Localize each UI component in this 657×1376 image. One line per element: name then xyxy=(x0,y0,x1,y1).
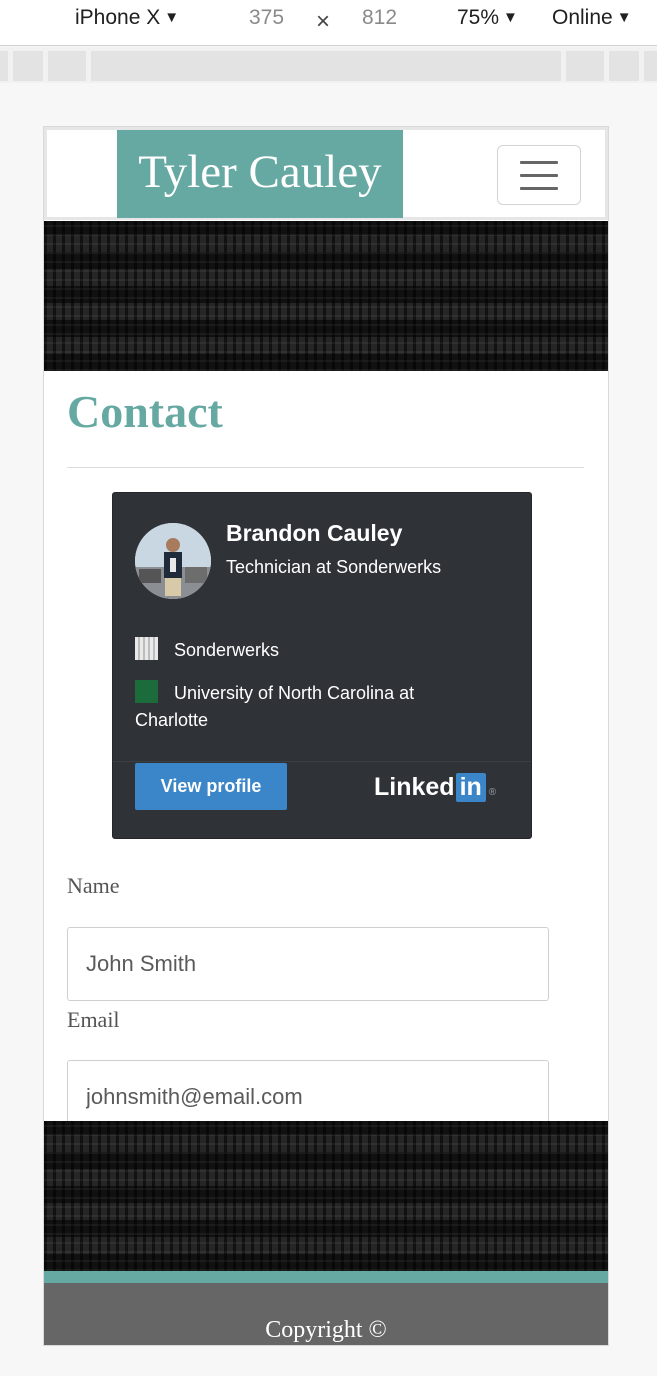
profile-headline: Technician at Sonderwerks xyxy=(226,557,442,577)
viewport-width-input[interactable]: 375 xyxy=(249,6,284,30)
linkedin-logo-text: Linked xyxy=(374,773,455,801)
copyright-text: Copyright © xyxy=(265,1317,387,1343)
registered-mark: ® xyxy=(488,787,497,798)
view-profile-button[interactable]: View profile xyxy=(135,763,287,810)
school-name: University of North Carolina at Charlott… xyxy=(135,683,415,730)
linkedin-logo[interactable]: Linked in ® xyxy=(374,773,496,802)
media-query-segment[interactable] xyxy=(609,51,639,81)
name-label: Name xyxy=(67,873,120,898)
media-query-segment[interactable] xyxy=(0,51,8,81)
media-query-segment[interactable] xyxy=(13,51,43,81)
media-query-segment[interactable] xyxy=(48,51,86,81)
linkedin-in-icon: in xyxy=(455,773,486,802)
linkedin-profile-badge: Brandon Cauley Technician at Sonderwerks… xyxy=(112,492,532,839)
footer-pattern-banner xyxy=(44,1121,608,1271)
dimensions-separator: × xyxy=(316,8,331,35)
company-name: Sonderwerks xyxy=(174,640,280,660)
email-label: Email xyxy=(67,1007,120,1032)
media-query-bar[interactable] xyxy=(0,47,657,83)
company-icon xyxy=(135,637,158,660)
navbar: Tyler Cauley xyxy=(44,127,608,220)
page-title: Contact xyxy=(67,386,223,437)
device-viewport: Tyler Cauley Contact Brandon Cauley Tech… xyxy=(43,126,609,1346)
media-query-segment[interactable] xyxy=(91,51,561,81)
devtools-device-toolbar: iPhone X ▼ 375 × 812 75% ▼ Online ▼ xyxy=(0,0,657,46)
device-select[interactable]: iPhone X ▼ xyxy=(75,6,179,30)
navbar-toggle-button[interactable] xyxy=(497,145,581,205)
site-brand[interactable]: Tyler Cauley xyxy=(117,130,403,218)
school-row[interactable]: University of North Carolina at Charlott… xyxy=(135,680,465,734)
title-divider xyxy=(67,467,584,468)
device-dropdown-icon: ▼ xyxy=(164,9,180,26)
media-query-segment[interactable] xyxy=(566,51,604,81)
name-input[interactable] xyxy=(67,927,549,1001)
viewport-height-input[interactable]: 812 xyxy=(362,6,397,30)
network-dropdown-icon: ▼ xyxy=(616,9,632,26)
badge-divider xyxy=(113,761,531,762)
profile-avatar[interactable] xyxy=(135,523,211,599)
footer-accent-strip xyxy=(44,1271,608,1283)
zoom-select[interactable]: 75% ▼ xyxy=(457,6,518,30)
network-select[interactable]: Online ▼ xyxy=(552,6,632,30)
zoom-level: 75% xyxy=(457,6,500,29)
company-row[interactable]: Sonderwerks xyxy=(135,637,279,664)
profile-name[interactable]: Brandon Cauley xyxy=(226,520,402,547)
network-status: Online xyxy=(552,6,613,29)
hero-pattern-banner xyxy=(44,221,608,371)
school-crest-icon xyxy=(135,680,158,703)
media-query-segment[interactable] xyxy=(644,51,657,81)
device-name: iPhone X xyxy=(75,6,161,29)
zoom-dropdown-icon: ▼ xyxy=(503,9,518,26)
